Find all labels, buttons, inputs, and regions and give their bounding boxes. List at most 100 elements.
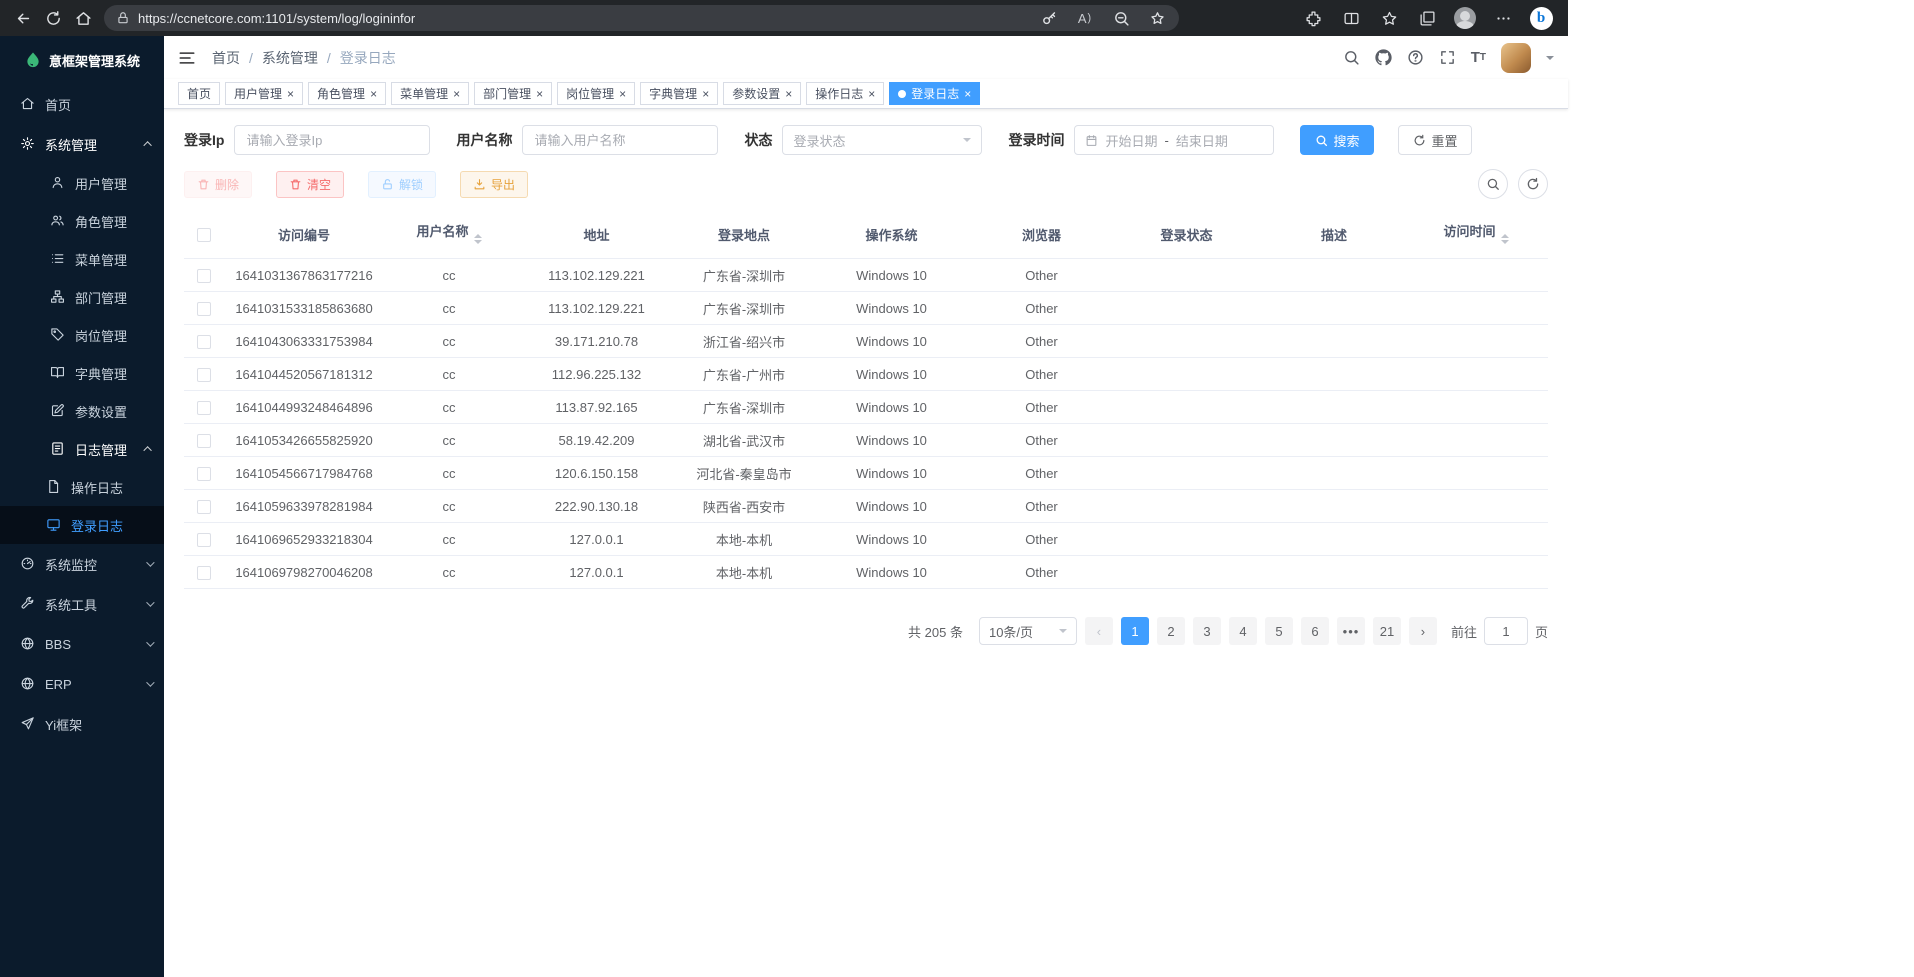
date-range-picker[interactable]: 开始日期 - 结束日期 [1074, 125, 1274, 155]
read-aloud-icon[interactable]: A) [1075, 4, 1095, 32]
favorites-add-icon[interactable] [1147, 4, 1167, 32]
search-button[interactable]: 搜索 [1300, 125, 1374, 155]
close-icon[interactable]: × [702, 88, 709, 100]
clear-button[interactable]: 清空 [276, 171, 344, 198]
tab-参数设置[interactable]: 参数设置× [723, 82, 801, 105]
collections-icon[interactable] [1412, 4, 1442, 32]
password-key-icon[interactable] [1039, 4, 1059, 32]
page-button-6[interactable]: 6 [1301, 617, 1329, 645]
login-ip-input[interactable] [234, 125, 430, 155]
column-header[interactable]: 用户名称 [384, 211, 514, 259]
reload-icon[interactable] [38, 4, 68, 32]
url-text[interactable]: https://ccnetcore.com:1101/system/log/lo… [138, 11, 1039, 26]
jump-page-input[interactable] [1484, 617, 1528, 645]
row-checkbox[interactable] [197, 269, 211, 283]
row-checkbox[interactable] [197, 500, 211, 514]
github-icon[interactable] [1375, 49, 1392, 66]
browser-home-icon[interactable] [68, 4, 98, 32]
breadcrumb-system[interactable]: 系统管理 [262, 48, 318, 68]
user-name-input[interactable] [522, 125, 718, 155]
close-icon[interactable]: × [964, 88, 971, 100]
split-screen-icon[interactable] [1336, 4, 1366, 32]
refresh-table-icon[interactable] [1518, 169, 1548, 199]
question-icon[interactable] [1407, 49, 1424, 66]
status-select[interactable]: 登录状态 [782, 125, 982, 155]
more-icon[interactable] [1488, 4, 1518, 32]
row-checkbox[interactable] [197, 401, 211, 415]
select-all-checkbox[interactable] [197, 228, 211, 242]
delete-button[interactable]: 删除 [184, 171, 252, 198]
page-button-3[interactable]: 3 [1193, 617, 1221, 645]
tab-角色管理[interactable]: 角色管理× [308, 82, 386, 105]
sidebar-item-log[interactable]: 日志管理 [0, 430, 164, 468]
sidebar-item-dept[interactable]: 部门管理 [0, 278, 164, 316]
page-button-1[interactable]: 1 [1121, 617, 1149, 645]
row-checkbox[interactable] [197, 467, 211, 481]
row-checkbox[interactable] [197, 533, 211, 547]
sidebar-item-bbs[interactable]: BBS [0, 624, 164, 664]
reset-button[interactable]: 重置 [1398, 125, 1472, 155]
tab-部门管理[interactable]: 部门管理× [474, 82, 552, 105]
tab-操作日志[interactable]: 操作日志× [806, 82, 884, 105]
hamburger-icon[interactable] [178, 49, 196, 67]
profile-icon[interactable] [1450, 4, 1480, 32]
sidebar-item-user[interactable]: 用户管理 [0, 164, 164, 202]
tab-用户管理[interactable]: 用户管理× [225, 82, 303, 105]
tab-字典管理[interactable]: 字典管理× [640, 82, 718, 105]
favorites-icon[interactable] [1374, 4, 1404, 32]
back-icon[interactable] [8, 4, 38, 32]
page-button-5[interactable]: 5 [1265, 617, 1293, 645]
row-checkbox[interactable] [197, 434, 211, 448]
sidebar-item-system[interactable]: 系统管理 [0, 124, 164, 164]
sidebar-item-operlog[interactable]: 操作日志 [0, 468, 164, 506]
page-size-select[interactable]: 10条/页 [979, 617, 1077, 645]
export-button[interactable]: 导出 [460, 171, 528, 198]
close-icon[interactable]: × [370, 88, 377, 100]
sort-icon[interactable] [474, 230, 482, 248]
extensions-icon[interactable] [1298, 4, 1328, 32]
close-icon[interactable]: × [536, 88, 543, 100]
tab-岗位管理[interactable]: 岗位管理× [557, 82, 635, 105]
sidebar-item-home[interactable]: 首页 [0, 84, 164, 124]
avatar[interactable] [1501, 43, 1531, 73]
font-size-icon[interactable]: TT [1471, 49, 1486, 66]
row-checkbox[interactable] [197, 302, 211, 316]
fullscreen-icon[interactable] [1439, 49, 1456, 66]
date-end-placeholder[interactable]: 结束日期 [1176, 131, 1228, 150]
column-header[interactable]: 访问时间 [1404, 211, 1548, 259]
sort-icon[interactable] [1501, 230, 1509, 248]
tab-首页[interactable]: 首页 [178, 82, 220, 105]
app-logo[interactable]: 意框架管理系统 [0, 36, 164, 84]
date-start-placeholder[interactable]: 开始日期 [1105, 131, 1157, 150]
page-button-21[interactable]: 21 [1373, 617, 1401, 645]
next-page-button[interactable]: › [1409, 617, 1437, 645]
row-checkbox[interactable] [197, 566, 211, 580]
close-icon[interactable]: × [785, 88, 792, 100]
close-icon[interactable]: × [619, 88, 626, 100]
sidebar-item-loginlog[interactable]: 登录日志 [0, 506, 164, 544]
tab-登录日志[interactable]: 登录日志× [889, 82, 980, 105]
caret-down-icon[interactable] [1546, 56, 1554, 64]
unlock-button[interactable]: 解锁 [368, 171, 436, 198]
copilot-bing-icon[interactable]: b [1526, 4, 1556, 32]
sidebar-item-yi[interactable]: Yi框架 [0, 704, 164, 744]
page-button-2[interactable]: 2 [1157, 617, 1185, 645]
sidebar-item-tool[interactable]: 系统工具 [0, 584, 164, 624]
sidebar-item-post[interactable]: 岗位管理 [0, 316, 164, 354]
search-toggle-icon[interactable] [1478, 169, 1508, 199]
prev-page-button[interactable]: ‹ [1085, 617, 1113, 645]
sidebar-item-erp[interactable]: ERP [0, 664, 164, 704]
breadcrumb-home[interactable]: 首页 [212, 48, 240, 68]
close-icon[interactable]: × [868, 88, 875, 100]
zoom-icon[interactable] [1111, 4, 1131, 32]
address-bar[interactable]: https://ccnetcore.com:1101/system/log/lo… [104, 5, 1179, 31]
sidebar-item-dict[interactable]: 字典管理 [0, 354, 164, 392]
tab-菜单管理[interactable]: 菜单管理× [391, 82, 469, 105]
site-info-icon[interactable] [116, 11, 130, 25]
row-checkbox[interactable] [197, 335, 211, 349]
search-icon[interactable] [1343, 49, 1360, 66]
page-button-4[interactable]: 4 [1229, 617, 1257, 645]
sidebar-item-menu[interactable]: 菜单管理 [0, 240, 164, 278]
close-icon[interactable]: × [287, 88, 294, 100]
row-checkbox[interactable] [197, 368, 211, 382]
